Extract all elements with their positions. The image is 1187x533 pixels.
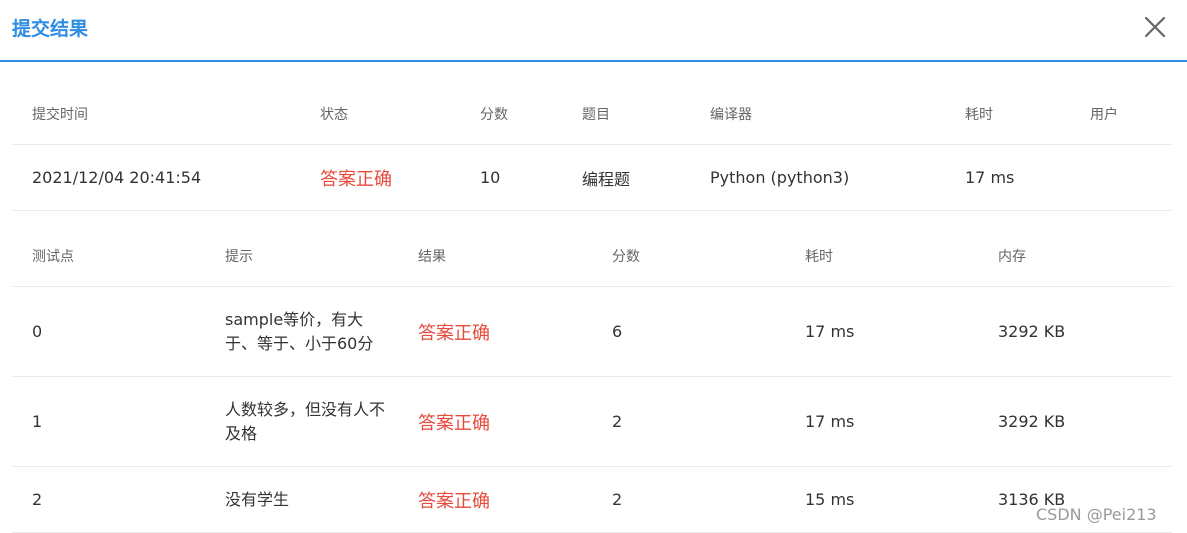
test-elapsed: 17 ms: [805, 322, 855, 341]
test-elapsed: 15 ms: [805, 490, 855, 509]
test-hint: sample等价，有大于、等于、小于60分: [225, 309, 374, 353]
column-header: 结果: [418, 249, 446, 265]
column-header: 状态: [320, 106, 348, 123]
column-header: 耗时: [805, 249, 833, 265]
compiler: Python (python3): [710, 168, 850, 187]
column-header: 分数: [480, 106, 508, 123]
score: 10: [480, 168, 501, 187]
column-header: 内存: [998, 249, 1026, 265]
column-header: 提示: [225, 249, 253, 265]
dialog-header: 提交结果: [0, 0, 1187, 62]
watermark: CSDN @Pei213: [1036, 505, 1157, 524]
test-result: 答案正确: [418, 490, 490, 512]
column-header: 编译器: [710, 106, 752, 123]
test-score: 2: [612, 490, 623, 509]
test-hint: 没有学生: [225, 489, 290, 509]
test-score: 6: [612, 322, 623, 341]
status-text: 答案正确: [320, 168, 392, 190]
test-id: 1: [32, 412, 43, 431]
elapsed: 17 ms: [965, 168, 1015, 187]
column-header: 提交时间: [32, 106, 88, 123]
submit-time: 2021/12/04 20:41:54: [32, 168, 202, 187]
column-header: 用户: [1090, 106, 1118, 123]
submission-row: 2021/12/04 20:41:54 答案正确 10 编程题 Python (…: [12, 145, 1172, 211]
test-id: 0: [32, 322, 43, 341]
test-hint: 人数较多，但没有人不及格: [225, 399, 386, 443]
test-score: 2: [612, 412, 623, 431]
column-header: 题目: [582, 106, 610, 123]
column-header: 测试点: [32, 249, 74, 265]
tests-table-header: 测试点 提示 结果 分数 耗时 内存: [12, 226, 1172, 287]
test-memory: 3292 KB: [998, 412, 1066, 431]
column-header: 分数: [612, 249, 640, 265]
test-row: 0 sample等价，有大于、等于、小于60分 答案正确 6 17 ms 329…: [12, 287, 1172, 377]
test-elapsed: 17 ms: [805, 412, 855, 431]
test-row: 2 没有学生 答案正确 2 15 ms 3136 KB: [12, 467, 1172, 533]
close-icon[interactable]: [1142, 14, 1168, 40]
submission-table-header: 提交时间 状态 分数 题目 编译器 耗时 用户: [12, 83, 1172, 145]
test-memory: 3292 KB: [998, 322, 1066, 341]
problem-type: 编程题: [582, 169, 631, 189]
test-row: 1 人数较多，但没有人不及格 答案正确 2 17 ms 3292 KB: [12, 377, 1172, 467]
test-result: 答案正确: [418, 412, 490, 434]
column-header: 耗时: [965, 106, 993, 123]
dialog-title: 提交结果: [12, 18, 89, 40]
test-id: 2: [32, 490, 43, 509]
test-result: 答案正确: [418, 322, 490, 344]
